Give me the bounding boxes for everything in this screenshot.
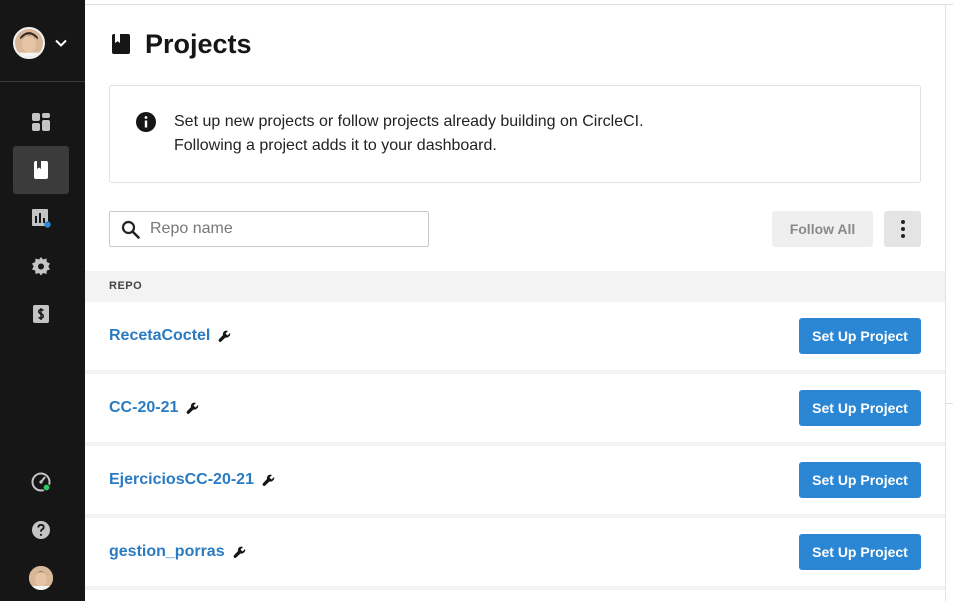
sidebar-item-plan[interactable] — [13, 290, 69, 338]
insights-icon — [32, 209, 51, 228]
repo-link[interactable]: gestion_porras — [109, 542, 246, 562]
repo-name[interactable]: RecetaCoctel — [109, 326, 210, 346]
projects-icon — [112, 34, 130, 54]
repo-link[interactable]: EjerciciosCC-20-21 — [109, 470, 275, 490]
sidebar-item-settings[interactable] — [13, 242, 69, 290]
wrench-icon — [186, 402, 199, 414]
table-row: EjerciciosCC-20-21 Set Up Project — [85, 446, 945, 514]
sidebar-account-switcher[interactable] — [0, 0, 85, 82]
repo-column-header: REPO — [109, 280, 143, 292]
follow-all-button[interactable]: Follow All — [772, 211, 873, 247]
set-up-project-button[interactable]: Set Up Project — [799, 390, 921, 426]
table-row: gestion_porras Set Up Project — [85, 518, 945, 586]
repo-name[interactable]: EjerciciosCC-20-21 — [109, 470, 254, 490]
set-up-project-button[interactable]: Set Up Project — [799, 318, 921, 354]
repo-link[interactable]: RecetaCoctel — [109, 326, 231, 346]
search-input[interactable] — [150, 213, 420, 245]
sidebar-item-projects[interactable] — [13, 146, 69, 194]
table-header: REPO — [85, 271, 945, 302]
right-divider — [946, 403, 953, 404]
wrench-icon — [233, 546, 245, 558]
gear-icon — [32, 257, 50, 276]
sidebar-item-dashboard[interactable] — [13, 98, 69, 146]
search-icon — [121, 220, 140, 239]
sidebar-item-insights[interactable] — [13, 194, 69, 242]
sidebar-item-status[interactable] — [13, 458, 69, 506]
projects-icon — [34, 161, 48, 179]
sidebar-item-help[interactable] — [13, 506, 69, 554]
top-border — [85, 4, 953, 5]
page-title: Projects — [145, 29, 252, 59]
set-up-project-button[interactable]: Set Up Project — [799, 534, 921, 570]
table-row: CC-20-21 Set Up Project — [85, 374, 945, 442]
repo-name[interactable]: CC-20-21 — [109, 398, 178, 418]
table-row: RecetaCoctel Set Up Project — [85, 302, 945, 370]
status-icon — [31, 472, 51, 492]
right-border — [945, 4, 946, 601]
info-line: Following a project adds it to your dash… — [174, 137, 497, 154]
info-line: Set up new projects or follow projects a… — [174, 113, 644, 130]
help-icon — [32, 521, 50, 539]
plan-billing-icon — [33, 305, 49, 323]
info-icon — [136, 112, 156, 132]
wrench-icon — [262, 474, 275, 486]
more-options-button[interactable] — [884, 211, 921, 247]
chevron-down-icon[interactable] — [54, 36, 68, 50]
info-text: Set up new projects or follow projects a… — [174, 110, 644, 158]
kebab-icon — [900, 220, 905, 238]
profile-avatar[interactable] — [29, 566, 53, 590]
avatar[interactable] — [13, 27, 45, 59]
repo-link[interactable]: CC-20-21 — [109, 398, 199, 418]
set-up-project-button[interactable]: Set Up Project — [799, 462, 921, 498]
row-divider — [85, 586, 945, 590]
dashboard-icon — [32, 113, 50, 131]
sidebar — [0, 0, 85, 601]
repo-name[interactable]: gestion_porras — [109, 542, 225, 562]
wrench-icon — [218, 330, 231, 342]
